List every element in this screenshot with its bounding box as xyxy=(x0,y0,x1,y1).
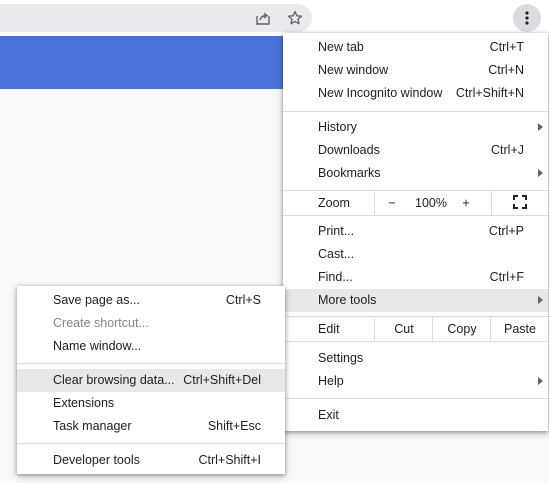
menu-item-shortcut: Ctrl+Shift+I xyxy=(198,453,261,467)
menu-item-label: Create shortcut... xyxy=(53,316,149,330)
menu-item-history[interactable]: History xyxy=(283,116,548,139)
menu-item-label: Settings xyxy=(318,351,364,365)
menu-separator xyxy=(283,215,548,216)
paste-button-label: Paste xyxy=(504,322,536,336)
kebab-menu-icon[interactable] xyxy=(513,4,541,32)
zoom-controls: − 100% + xyxy=(374,191,492,215)
menu-item-label: Clear browsing data... xyxy=(53,373,175,387)
zoom-level: 100% xyxy=(415,196,447,210)
submenu-arrow-icon xyxy=(538,296,543,304)
submenu-arrow-icon xyxy=(538,377,543,385)
menu-item-save-page[interactable]: Save page as... Ctrl+S xyxy=(17,289,285,312)
menu-item-label: New window xyxy=(318,63,389,77)
zoom-label: Zoom xyxy=(318,196,350,210)
zoom-out-button[interactable]: − xyxy=(385,196,399,210)
menu-item-label: Exit xyxy=(318,408,339,422)
cut-button[interactable]: Cut xyxy=(374,317,433,341)
menu-item-shortcut: Ctrl+J xyxy=(491,143,524,157)
star-icon[interactable] xyxy=(284,7,306,29)
zoom-row: Zoom − 100% + xyxy=(283,191,548,215)
cut-button-label: Cut xyxy=(394,322,414,336)
menu-item-find[interactable]: Find... Ctrl+F xyxy=(283,266,548,289)
menu-item-label: New tab xyxy=(318,40,364,54)
copy-button[interactable]: Copy xyxy=(432,317,491,341)
edit-row: Edit Cut Copy Paste xyxy=(283,317,548,341)
menu-item-name-window[interactable]: Name window... xyxy=(17,335,285,358)
menu-item-settings[interactable]: Settings xyxy=(283,347,548,370)
menu-item-shortcut: Ctrl+P xyxy=(488,224,524,238)
menu-item-label: Developer tools xyxy=(53,453,140,467)
share-icon[interactable] xyxy=(252,7,274,29)
menu-separator xyxy=(17,443,285,444)
menu-item-clear-browsing-data[interactable]: Clear browsing data... Ctrl+Shift+Del xyxy=(17,369,285,392)
zoom-in-button[interactable]: + xyxy=(459,196,473,210)
menu-item-developer-tools[interactable]: Developer tools Ctrl+Shift+I xyxy=(17,449,285,472)
submenu-arrow-icon xyxy=(538,123,543,131)
page-banner xyxy=(0,36,290,89)
menu-item-label: Bookmarks xyxy=(318,166,381,180)
menu-item-shortcut: Ctrl+S xyxy=(225,293,261,307)
menu-item-label: Downloads xyxy=(318,143,380,157)
fullscreen-icon xyxy=(513,195,527,212)
menu-item-label: More tools xyxy=(318,293,377,307)
menu-item-shortcut: Ctrl+N xyxy=(488,63,524,77)
menu-item-shortcut: Ctrl+F xyxy=(489,270,524,284)
menu-item-label: Name window... xyxy=(53,339,142,353)
chrome-main-menu: New tab Ctrl+T New window Ctrl+N New Inc… xyxy=(283,33,548,431)
menu-item-shortcut: Ctrl+Shift+N xyxy=(455,86,524,100)
menu-item-shortcut: Ctrl+Shift+Del xyxy=(183,373,261,387)
menu-item-extensions[interactable]: Extensions xyxy=(17,392,285,415)
menu-item-label: Find... xyxy=(318,270,353,284)
menu-item-new-incognito-window[interactable]: New Incognito window Ctrl+Shift+N xyxy=(283,82,548,105)
menu-item-bookmarks[interactable]: Bookmarks xyxy=(283,162,548,185)
menu-item-downloads[interactable]: Downloads Ctrl+J xyxy=(283,139,548,162)
menu-item-create-shortcut: Create shortcut... xyxy=(17,312,285,335)
menu-separator xyxy=(17,363,285,364)
copy-button-label: Copy xyxy=(447,322,477,336)
menu-item-task-manager[interactable]: Task manager Shift+Esc xyxy=(17,415,285,438)
menu-separator xyxy=(283,341,548,342)
menu-item-label: Task manager xyxy=(53,419,132,433)
edit-label: Edit xyxy=(318,322,340,336)
menu-separator xyxy=(283,398,548,399)
menu-separator xyxy=(283,111,548,112)
menu-item-label: Help xyxy=(318,374,344,388)
menu-item-new-window[interactable]: New window Ctrl+N xyxy=(283,59,548,82)
more-tools-submenu: Save page as... Ctrl+S Create shortcut..… xyxy=(17,286,285,474)
menu-item-cast[interactable]: Cast... xyxy=(283,243,548,266)
menu-item-more-tools[interactable]: More tools xyxy=(283,289,548,312)
menu-item-exit[interactable]: Exit xyxy=(283,404,548,427)
fullscreen-button[interactable] xyxy=(491,191,549,215)
menu-item-label: Save page as... xyxy=(53,293,140,307)
menu-item-shortcut: Shift+Esc xyxy=(207,419,261,433)
menu-item-label: Extensions xyxy=(53,396,115,410)
menu-item-label: New Incognito window xyxy=(318,86,443,100)
menu-item-shortcut: Ctrl+T xyxy=(489,40,524,54)
submenu-arrow-icon xyxy=(538,169,543,177)
menu-item-help[interactable]: Help xyxy=(283,370,548,393)
menu-item-label: Print... xyxy=(318,224,355,238)
menu-item-new-tab[interactable]: New tab Ctrl+T xyxy=(283,36,548,59)
menu-item-label: History xyxy=(318,120,357,134)
menu-item-label: Cast... xyxy=(318,247,355,261)
menu-item-print[interactable]: Print... Ctrl+P xyxy=(283,220,548,243)
paste-button[interactable]: Paste xyxy=(490,317,549,341)
